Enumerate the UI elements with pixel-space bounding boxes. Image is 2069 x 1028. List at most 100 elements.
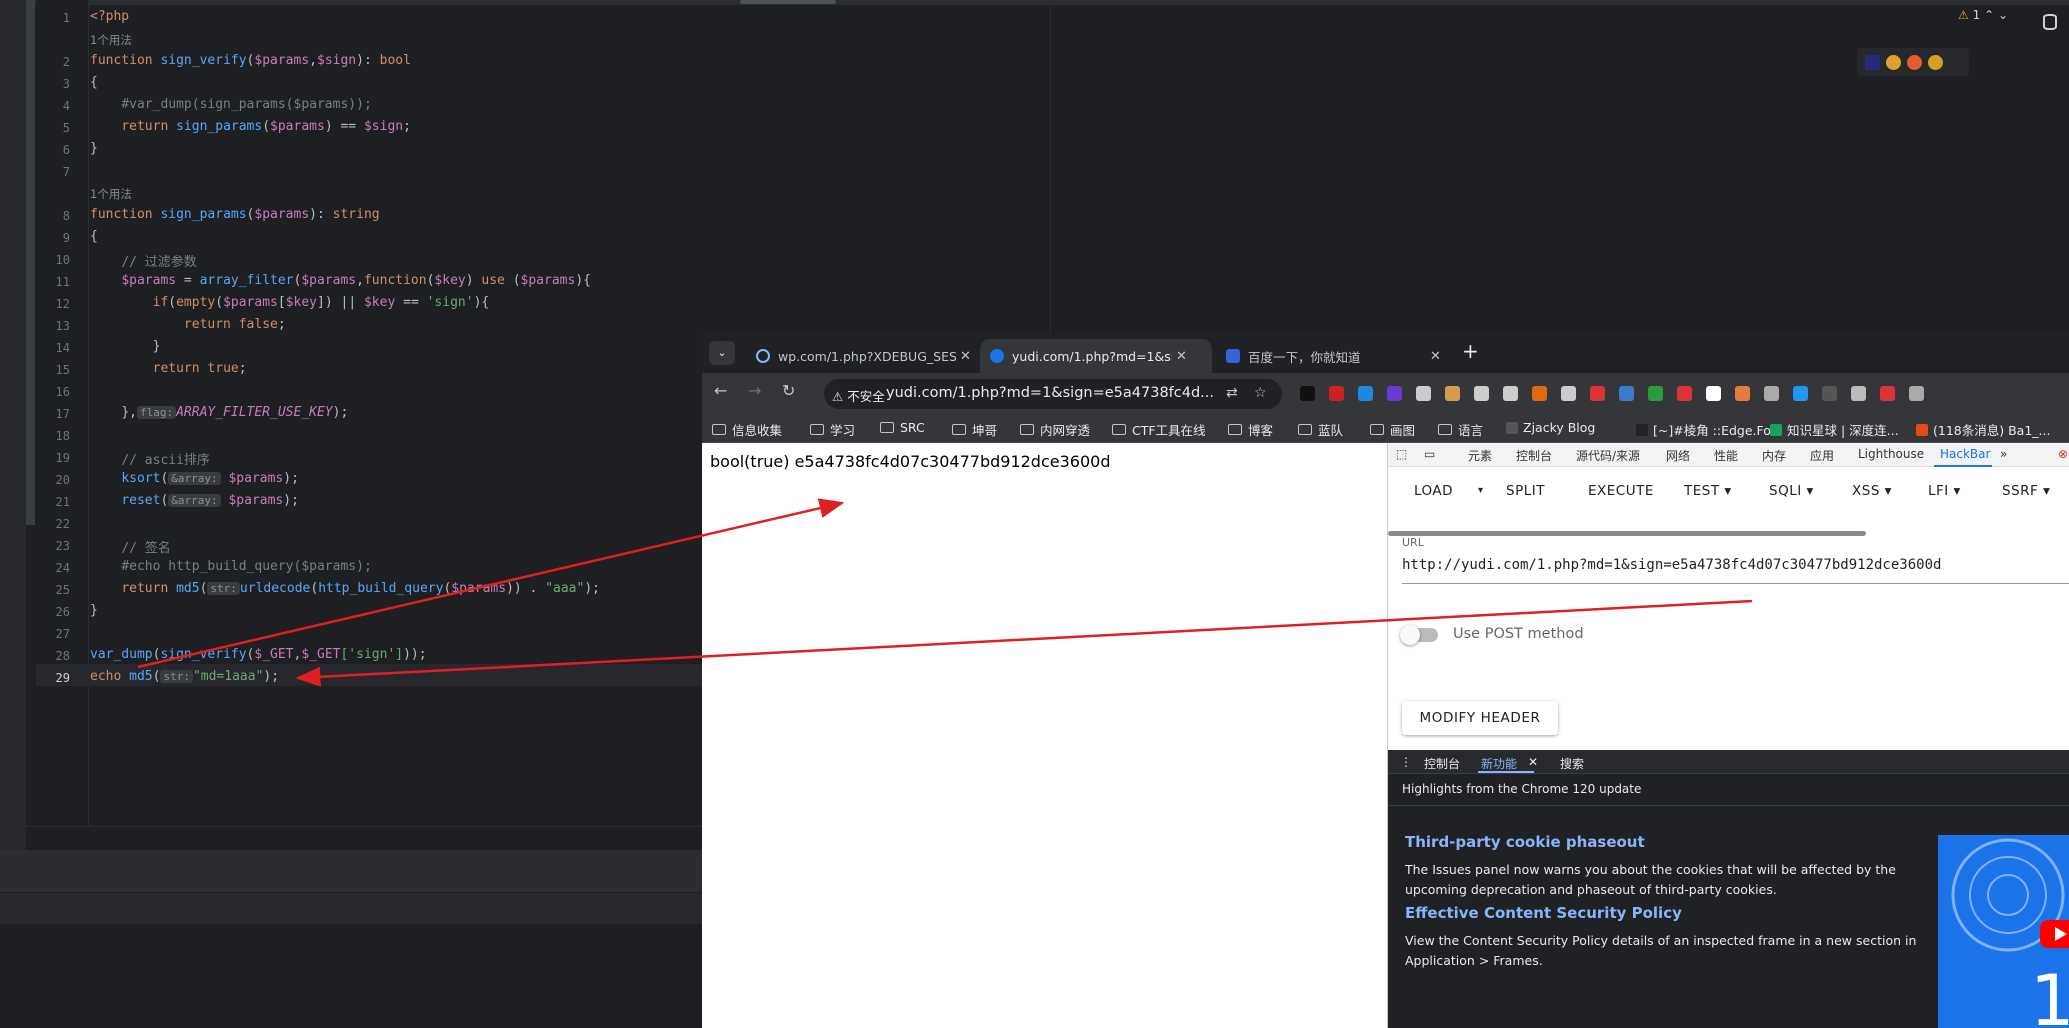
line-number[interactable]: 14 [36, 341, 70, 355]
line-number[interactable]: 28 [36, 649, 70, 663]
lfi-menu[interactable]: LFI ▾ [1928, 483, 1961, 499]
bookmark-item[interactable]: 坤哥 [952, 420, 997, 439]
line-number[interactable]: 23 [36, 539, 70, 553]
promo-video-thumbnail[interactable]: 1 [1938, 835, 2069, 1028]
tool-icon[interactable] [1358, 386, 1373, 401]
bookmark-item[interactable]: 学习 [810, 420, 855, 439]
line-number[interactable]: 9 [36, 231, 70, 245]
cookie-icon[interactable] [1445, 386, 1460, 401]
ssrf-menu[interactable]: SSRF ▾ [2002, 483, 2050, 499]
more-tabs-icon[interactable]: » [2000, 447, 2007, 461]
line-number[interactable]: 20 [36, 473, 70, 487]
tab-search-button[interactable]: ⌄ [709, 341, 735, 365]
database-icon[interactable] [2043, 14, 2057, 30]
url-text[interactable]: yudi.com/1.php?md=1&sign=e5a4738fc4d... [886, 385, 1214, 401]
line-number[interactable]: 18 [36, 429, 70, 443]
line-number[interactable]: 21 [36, 495, 70, 509]
line-number[interactable]: 26 [36, 605, 70, 619]
line-number[interactable]: 1 [36, 11, 70, 25]
line-number[interactable]: 3 [36, 77, 70, 91]
ext-icon[interactable] [1474, 386, 1489, 401]
tab-network[interactable]: 网络 [1666, 447, 1690, 464]
bookmark-item[interactable]: 语言 [1438, 420, 1483, 439]
chevron-down-icon[interactable]: ⌄ [1998, 8, 2008, 22]
tab-console[interactable]: 控制台 [1516, 447, 1552, 464]
line-number[interactable]: 11 [36, 275, 70, 289]
tab-performance[interactable]: 性能 [1714, 447, 1738, 464]
test-menu[interactable]: TEST ▾ [1684, 483, 1732, 499]
load-button[interactable]: LOAD [1414, 483, 1453, 499]
line-number[interactable]: 6 [36, 143, 70, 157]
bookmark-item[interactable]: [~]#棱角 ::Edge.Fo... [1636, 420, 1783, 439]
tab-elements[interactable]: 元素 [1468, 447, 1492, 464]
split-button[interactable]: SPLIT [1506, 483, 1545, 499]
tab-baidu[interactable]: 百度一下，你就知道 ✕ [1216, 339, 1452, 373]
bookmark-item[interactable]: Zjacky Blog [1506, 420, 1595, 435]
bookmark-item[interactable]: 知识星球 | 深度连... [1770, 420, 1899, 439]
close-icon[interactable]: ✕ [1528, 755, 1538, 769]
close-icon[interactable]: ✕ [960, 349, 971, 364]
reload-icon[interactable]: ↻ [782, 381, 795, 400]
firefox-icon[interactable] [1907, 54, 1922, 70]
tab-yudi[interactable]: yudi.com/1.php?md=1&sign=e5a4738fc4 ✕ [980, 339, 1212, 373]
ext-icon[interactable] [1387, 386, 1402, 401]
bookmark-star-icon[interactable]: ☆ [1254, 385, 1267, 401]
drawer-tab-whats-new[interactable]: 新功能 [1481, 755, 1517, 772]
inspection-widget[interactable]: ⚠ 1 ⌃ ⌄ [1958, 8, 2008, 22]
line-number[interactable]: 8 [36, 209, 70, 223]
line-number[interactable]: 22 [36, 517, 70, 531]
line-number[interactable]: 4 [36, 99, 70, 113]
line-number[interactable]: 10 [36, 253, 70, 267]
execute-button[interactable]: EXECUTE [1588, 483, 1654, 499]
close-icon[interactable]: ✕ [1176, 349, 1187, 364]
ext-icon[interactable] [1851, 386, 1866, 401]
chrome-canary-icon[interactable] [1928, 54, 1943, 70]
line-number[interactable]: 15 [36, 363, 70, 377]
line-number[interactable]: 7 [36, 165, 70, 179]
line-number[interactable]: 12 [36, 297, 70, 311]
line-number[interactable]: 19 [36, 451, 70, 465]
tab-sources[interactable]: 源代码/来源 [1576, 447, 1640, 464]
line-number[interactable]: 13 [36, 319, 70, 333]
chrome-icon[interactable] [1886, 54, 1901, 70]
feature-title[interactable]: Third-party cookie phaseout [1405, 833, 1645, 851]
security-chip[interactable]: ⚠ 不安全 [832, 386, 885, 405]
ext-icon[interactable] [1503, 386, 1518, 401]
horizontal-scroll-thumb[interactable] [740, 0, 836, 4]
xss-menu[interactable]: XSS ▾ [1852, 483, 1892, 499]
drawer-tab-search[interactable]: 搜索 [1560, 755, 1584, 772]
puzzle-icon[interactable] [1909, 386, 1924, 401]
ext-icon[interactable] [1590, 386, 1605, 401]
sqli-menu[interactable]: SQLI ▾ [1769, 483, 1814, 499]
bookmark-item[interactable]: (118条消息) Ba1_... [1916, 420, 2050, 439]
bookmark-item[interactable]: 画图 [1370, 420, 1415, 439]
new-tab-button[interactable]: + [1462, 339, 1479, 363]
bookmark-item[interactable]: 蓝队 [1298, 420, 1343, 439]
github-icon[interactable] [1300, 386, 1315, 401]
tab-wp[interactable]: wp.com/1.php?XDEBUG_SESSION_START ✕ [746, 339, 976, 373]
bookmark-item[interactable]: CTF工具在线 [1112, 420, 1206, 439]
line-number[interactable]: 29 [36, 671, 70, 685]
ext-icon[interactable] [1648, 386, 1663, 401]
usage-hint[interactable]: 1个用法 [90, 186, 132, 202]
feature-title[interactable]: Effective Content Security Policy [1405, 904, 1682, 922]
bookmark-item[interactable]: 博客 [1228, 420, 1273, 439]
post-toggle[interactable] [1400, 625, 1438, 645]
tab-memory[interactable]: 内存 [1762, 447, 1786, 464]
ext-icon[interactable] [1619, 386, 1634, 401]
drawer-menu-icon[interactable]: ⋮ [1400, 755, 1412, 769]
ext-icon[interactable] [1677, 386, 1692, 401]
ext-icon[interactable] [1416, 386, 1431, 401]
bookmark-item[interactable]: SRC [880, 420, 925, 435]
ext-icon[interactable] [1561, 386, 1576, 401]
modify-header-button[interactable]: MODIFY HEADER [1402, 701, 1558, 735]
line-number[interactable]: 17 [36, 407, 70, 421]
line-number[interactable]: 25 [36, 583, 70, 597]
drawer-tab-console[interactable]: 控制台 [1424, 755, 1460, 772]
tab-application[interactable]: 应用 [1810, 447, 1834, 464]
ext-icon[interactable] [1706, 386, 1721, 401]
line-number[interactable]: 2 [36, 55, 70, 69]
arrow-icon[interactable] [1532, 386, 1547, 401]
funnel-icon[interactable] [1764, 386, 1779, 401]
ublock-icon[interactable] [1880, 386, 1895, 401]
